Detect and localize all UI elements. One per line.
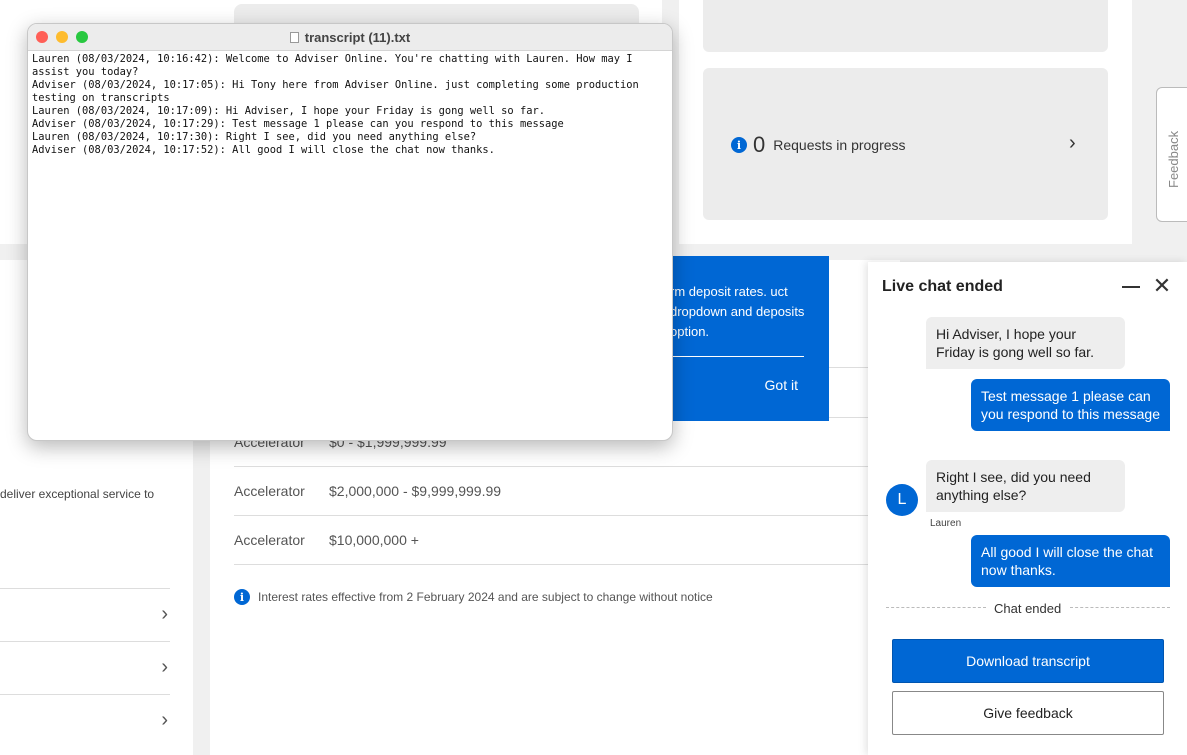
left-nav-row[interactable]: ›	[0, 641, 170, 694]
requests-label: Requests in progress	[773, 137, 906, 153]
transcript-line: Lauren (08/03/2024, 10:17:09): Hi Advise…	[32, 105, 545, 117]
transcript-line: Adviser (08/03/2024, 10:17:29): Test mes…	[32, 118, 564, 130]
rate-product: Accelerator	[234, 532, 305, 548]
rate-note-text: Interest rates effective from 2 February…	[258, 590, 713, 604]
rate-range: $2,000,000 - $9,999,999.99	[329, 483, 502, 499]
left-nav-row[interactable]: ›	[0, 694, 170, 747]
left-description: deliver exceptional service to	[0, 487, 155, 501]
give-feedback-button[interactable]: Give feedback	[892, 691, 1164, 735]
window-title-text: transcript (11).txt	[304, 30, 411, 45]
chevron-right-icon[interactable]: ›	[1069, 132, 1076, 155]
popover-text: rm deposit rates. uct dropdown and depos…	[670, 284, 805, 339]
chat-title: Live chat ended	[882, 278, 1003, 295]
avatar: L	[886, 484, 918, 516]
user-message: Test message 1 please can you respond to…	[971, 379, 1170, 431]
window-titlebar[interactable]: transcript (11).txt	[28, 24, 672, 51]
chevron-right-icon: ›	[161, 603, 168, 625]
minimize-icon[interactable]	[1121, 276, 1141, 296]
user-message: All good I will close the chat now thank…	[971, 535, 1170, 587]
chat-ended-label: Chat ended	[994, 601, 1062, 616]
divider	[234, 564, 874, 565]
live-chat-panel: Live chat ended ✕ Hi Adviser, I hope you…	[868, 262, 1187, 755]
transcript-text-area[interactable]: Lauren (08/03/2024, 10:16:42): Welcome t…	[28, 51, 672, 159]
transcript-line: Adviser (08/03/2024, 10:17:05): Hi Tony …	[32, 79, 646, 104]
divider	[1070, 607, 1170, 608]
info-icon: i	[234, 589, 250, 605]
requests-count: 0	[753, 132, 766, 157]
rate-product: Accelerator	[234, 483, 305, 499]
chat-ended-divider: Chat ended	[886, 601, 1170, 616]
summary-card	[703, 0, 1108, 52]
document-icon	[289, 32, 299, 43]
divider	[670, 356, 804, 357]
transcript-line: Lauren (08/03/2024, 10:16:42): Welcome t…	[32, 53, 639, 78]
transcript-line: Lauren (08/03/2024, 10:17:30): Right I s…	[32, 131, 477, 143]
table-row: Accelerator $10,000,000 +	[234, 515, 874, 564]
got-it-button[interactable]: Got it	[765, 377, 798, 393]
requests-card[interactable]: i 0 Requests in progress ›	[703, 68, 1108, 220]
chevron-right-icon: ›	[161, 709, 168, 731]
agent-message: Right I see, did you need anything else?	[926, 460, 1125, 512]
feedback-tab-label: Feedback	[1166, 130, 1181, 188]
table-row: Accelerator $2,000,000 - $9,999,999.99	[234, 466, 874, 515]
agent-message: Hi Adviser, I hope your Friday is gong w…	[926, 317, 1125, 369]
feedback-tab[interactable]: Feedback	[1156, 87, 1187, 222]
transcript-line: Adviser (08/03/2024, 10:17:52): All good…	[32, 144, 495, 156]
transcript-window: transcript (11).txt Lauren (08/03/2024, …	[27, 23, 673, 441]
close-icon[interactable]: ✕	[1152, 275, 1172, 297]
left-nav-row[interactable]: ›	[0, 588, 170, 641]
rate-range: $10,000,000 +	[329, 532, 419, 548]
info-icon: i	[731, 137, 747, 153]
right-top-panel: i 0 Requests in progress ›	[679, 0, 1132, 244]
download-transcript-button[interactable]: Download transcript	[892, 639, 1164, 683]
window-title: transcript (11).txt	[28, 30, 672, 45]
sender-name: Lauren	[930, 518, 962, 529]
chevron-right-icon: ›	[161, 656, 168, 678]
rate-note: i Interest rates effective from 2 Februa…	[234, 589, 713, 605]
divider	[886, 607, 986, 608]
